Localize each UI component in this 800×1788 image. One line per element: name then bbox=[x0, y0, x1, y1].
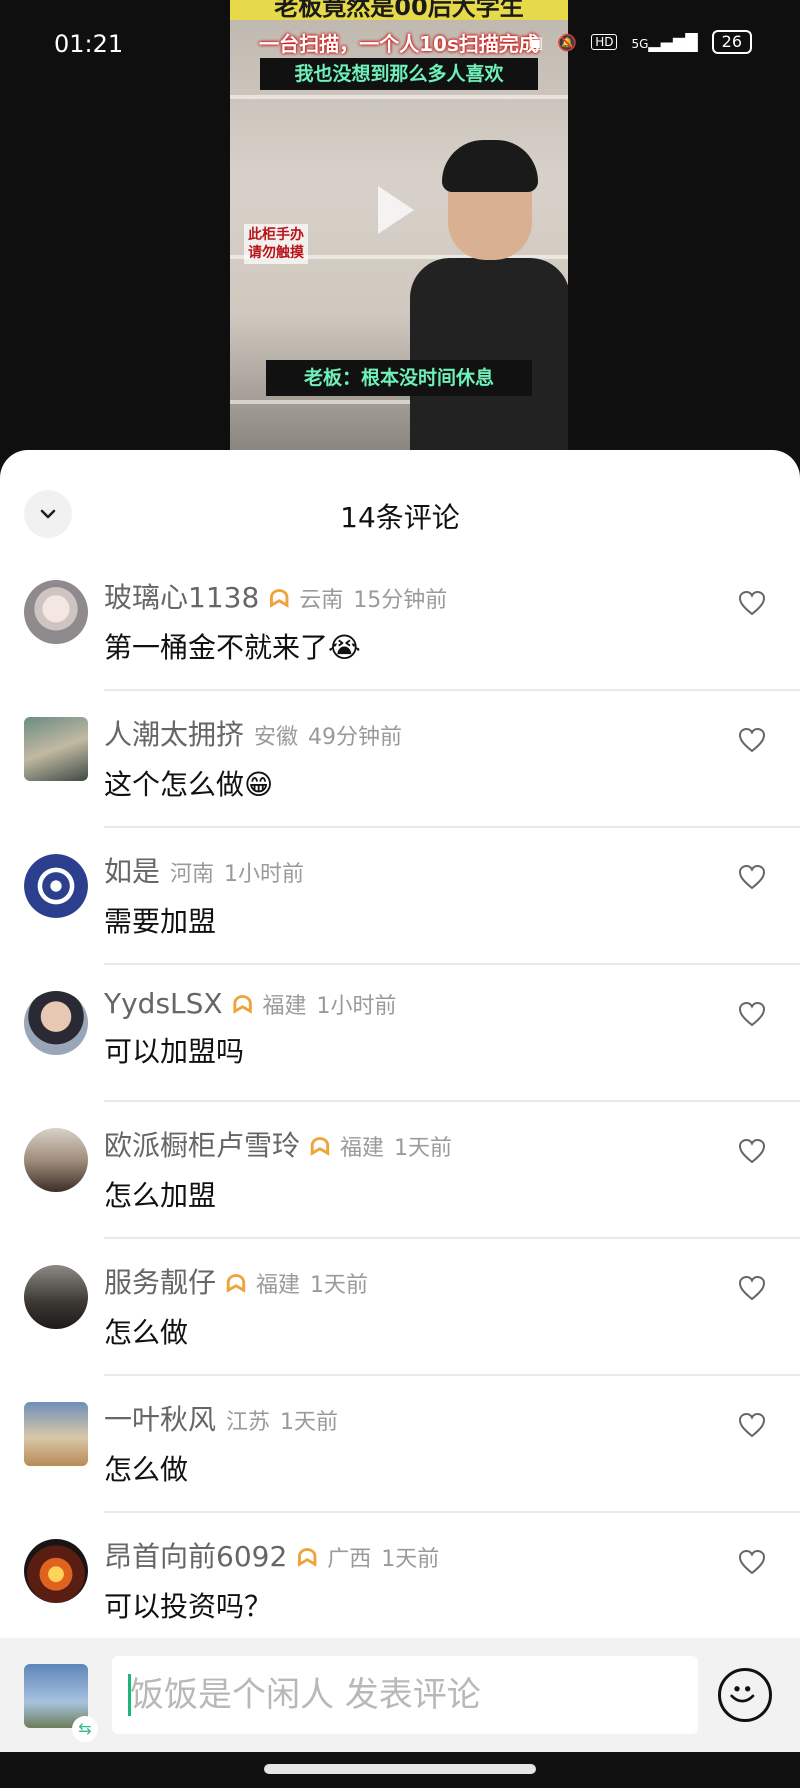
comment-time: 49分钟前 bbox=[308, 725, 403, 750]
comment-item[interactable]: 人潮太拥挤 安徽 49分钟前 这个怎么做😁 bbox=[0, 691, 800, 828]
emoji-icon[interactable] bbox=[718, 1668, 772, 1722]
comment-location: 云南 bbox=[299, 588, 344, 613]
comment-text: 第一桶金不就来了😭 bbox=[104, 631, 361, 664]
status-time: 01:21 bbox=[54, 30, 124, 58]
play-icon[interactable] bbox=[378, 186, 414, 234]
comment-username[interactable]: 一叶秋风 bbox=[104, 1398, 216, 1438]
video-caption-top: 老板竟然是00后大学生 bbox=[230, 0, 568, 20]
signal-icon: 5G▂▄▆█ bbox=[631, 32, 698, 52]
comment-location: 江苏 bbox=[226, 1410, 271, 1435]
comments-sheet: 14条评论 玻璃心1138 ᗣ 云南 15分钟前 第一桶金不就来了😭 人潮太拥挤… bbox=[0, 450, 800, 1638]
comment-text: 怎么加盟 bbox=[104, 1179, 217, 1212]
comment-item[interactable]: 服务靓仔 ᗣ 福建 1天前 怎么做 bbox=[0, 1239, 800, 1376]
comment-time: 15分钟前 bbox=[353, 588, 448, 613]
video-player[interactable]: 此柜手办 请勿触摸 老板竟然是00后大学生 一台扫描，一个人10s扫描完成 我也… bbox=[0, 0, 800, 460]
heart-icon[interactable] bbox=[738, 590, 766, 616]
comment-username[interactable]: YydsLSX bbox=[104, 987, 223, 1020]
video-caption-3: 我也没想到那么多人喜欢 bbox=[260, 58, 538, 90]
heart-icon[interactable] bbox=[738, 727, 766, 753]
video-caption-bottom: 老板：根本没时间休息 bbox=[266, 360, 532, 396]
fan-badge-icon: ᗣ bbox=[310, 1133, 330, 1161]
text-cursor bbox=[128, 1674, 131, 1716]
fan-badge-icon: ᗣ bbox=[297, 1544, 318, 1572]
comment-username[interactable]: 昂首向前6092 bbox=[104, 1535, 287, 1575]
comment-item[interactable]: 昂首向前6092 ᗣ 广西 1天前 可以投资吗？ bbox=[0, 1513, 800, 1650]
comment-item[interactable]: YydsLSX ᗣ 福建 1小时前 可以加盟吗 bbox=[0, 965, 800, 1102]
comment-location: 广西 bbox=[327, 1547, 372, 1572]
fan-badge-icon: ᗣ bbox=[232, 991, 253, 1019]
fan-badge-icon: ᗣ bbox=[269, 585, 290, 613]
avatar[interactable] bbox=[24, 1402, 88, 1466]
comment-username[interactable]: 人潮太拥挤 bbox=[104, 713, 244, 753]
comment-username[interactable]: 玻璃心1138 bbox=[104, 576, 259, 616]
comment-item[interactable]: 如是 河南 1小时前 需要加盟 bbox=[0, 828, 800, 965]
comment-input-bar: ⇆ bbox=[0, 1638, 800, 1752]
comment-text: 这个怎么做😁 bbox=[104, 768, 274, 801]
mute-icon: 🔕 bbox=[557, 32, 578, 52]
avatar[interactable] bbox=[24, 717, 88, 781]
comment-location: 安徽 bbox=[254, 725, 299, 750]
video-person bbox=[410, 140, 568, 450]
avatar[interactable] bbox=[24, 1128, 88, 1192]
avatar[interactable] bbox=[24, 1539, 88, 1603]
heart-icon[interactable] bbox=[738, 1412, 766, 1438]
comment-time: 1天前 bbox=[381, 1547, 440, 1572]
avatar[interactable] bbox=[24, 580, 88, 644]
comment-location: 河南 bbox=[170, 862, 215, 887]
heart-icon[interactable] bbox=[738, 1549, 766, 1575]
comment-item[interactable]: 玻璃心1138 ᗣ 云南 15分钟前 第一桶金不就来了😭 bbox=[0, 554, 800, 691]
comment-time: 1小时前 bbox=[316, 994, 397, 1019]
network-label: 5G bbox=[631, 36, 649, 51]
comment-time: 1天前 bbox=[309, 1273, 368, 1298]
status-icons: ▣ 🔕 HD 5G▂▄▆█ 26 bbox=[528, 30, 752, 54]
comment-text: 怎么做 bbox=[104, 1316, 189, 1349]
comment-location: 福建 bbox=[255, 1273, 300, 1298]
comment-item[interactable]: 一叶秋风 江苏 1天前 怎么做 bbox=[0, 1376, 800, 1513]
heart-icon[interactable] bbox=[738, 1001, 766, 1027]
heart-icon[interactable] bbox=[738, 1138, 766, 1164]
comment-time: 1天前 bbox=[393, 1136, 452, 1161]
heart-icon[interactable] bbox=[738, 1275, 766, 1301]
comment-item[interactable]: 欧派橱柜卢雪玲 ᗣ 福建 1天前 怎么加盟 bbox=[0, 1102, 800, 1239]
system-nav-bar bbox=[0, 1752, 800, 1788]
smile-icon bbox=[730, 1686, 755, 1703]
comment-text: 需要加盟 bbox=[104, 905, 217, 938]
comment-text: 怎么做 bbox=[104, 1453, 189, 1486]
comment-time: 1天前 bbox=[280, 1410, 339, 1435]
comment-time: 1小时前 bbox=[224, 862, 305, 887]
comment-location: 福建 bbox=[262, 994, 307, 1019]
comment-username[interactable]: 如是 bbox=[104, 850, 160, 890]
avatar[interactable] bbox=[24, 991, 88, 1055]
comment-username[interactable]: 欧派橱柜卢雪玲 bbox=[104, 1124, 300, 1164]
comment-input[interactable] bbox=[112, 1656, 698, 1734]
avatar[interactable] bbox=[24, 1265, 88, 1329]
battery-icon: 26 bbox=[711, 30, 752, 54]
nfc-icon: ▣ bbox=[528, 32, 544, 52]
avatar[interactable] bbox=[24, 854, 88, 918]
comment-location: 福建 bbox=[339, 1136, 384, 1161]
comment-username[interactable]: 服务靓仔 bbox=[104, 1261, 216, 1301]
video-frame[interactable]: 此柜手办 请勿触摸 老板竟然是00后大学生 一台扫描，一个人10s扫描完成 我也… bbox=[230, 0, 568, 450]
hd-badge: HD bbox=[591, 34, 618, 50]
home-indicator[interactable] bbox=[264, 1764, 536, 1774]
fan-badge-icon: ᗣ bbox=[226, 1270, 246, 1298]
video-warning-sign: 此柜手办 请勿触摸 bbox=[244, 224, 308, 264]
video-caption-2: 一台扫描，一个人10s扫描完成 bbox=[259, 32, 539, 56]
comments-title: 14条评论 bbox=[340, 501, 460, 534]
switch-account-icon[interactable]: ⇆ bbox=[72, 1716, 98, 1742]
heart-icon[interactable] bbox=[738, 864, 766, 890]
comment-text: 可以投资吗？ bbox=[104, 1590, 273, 1623]
comment-text: 可以加盟吗 bbox=[104, 1035, 245, 1068]
